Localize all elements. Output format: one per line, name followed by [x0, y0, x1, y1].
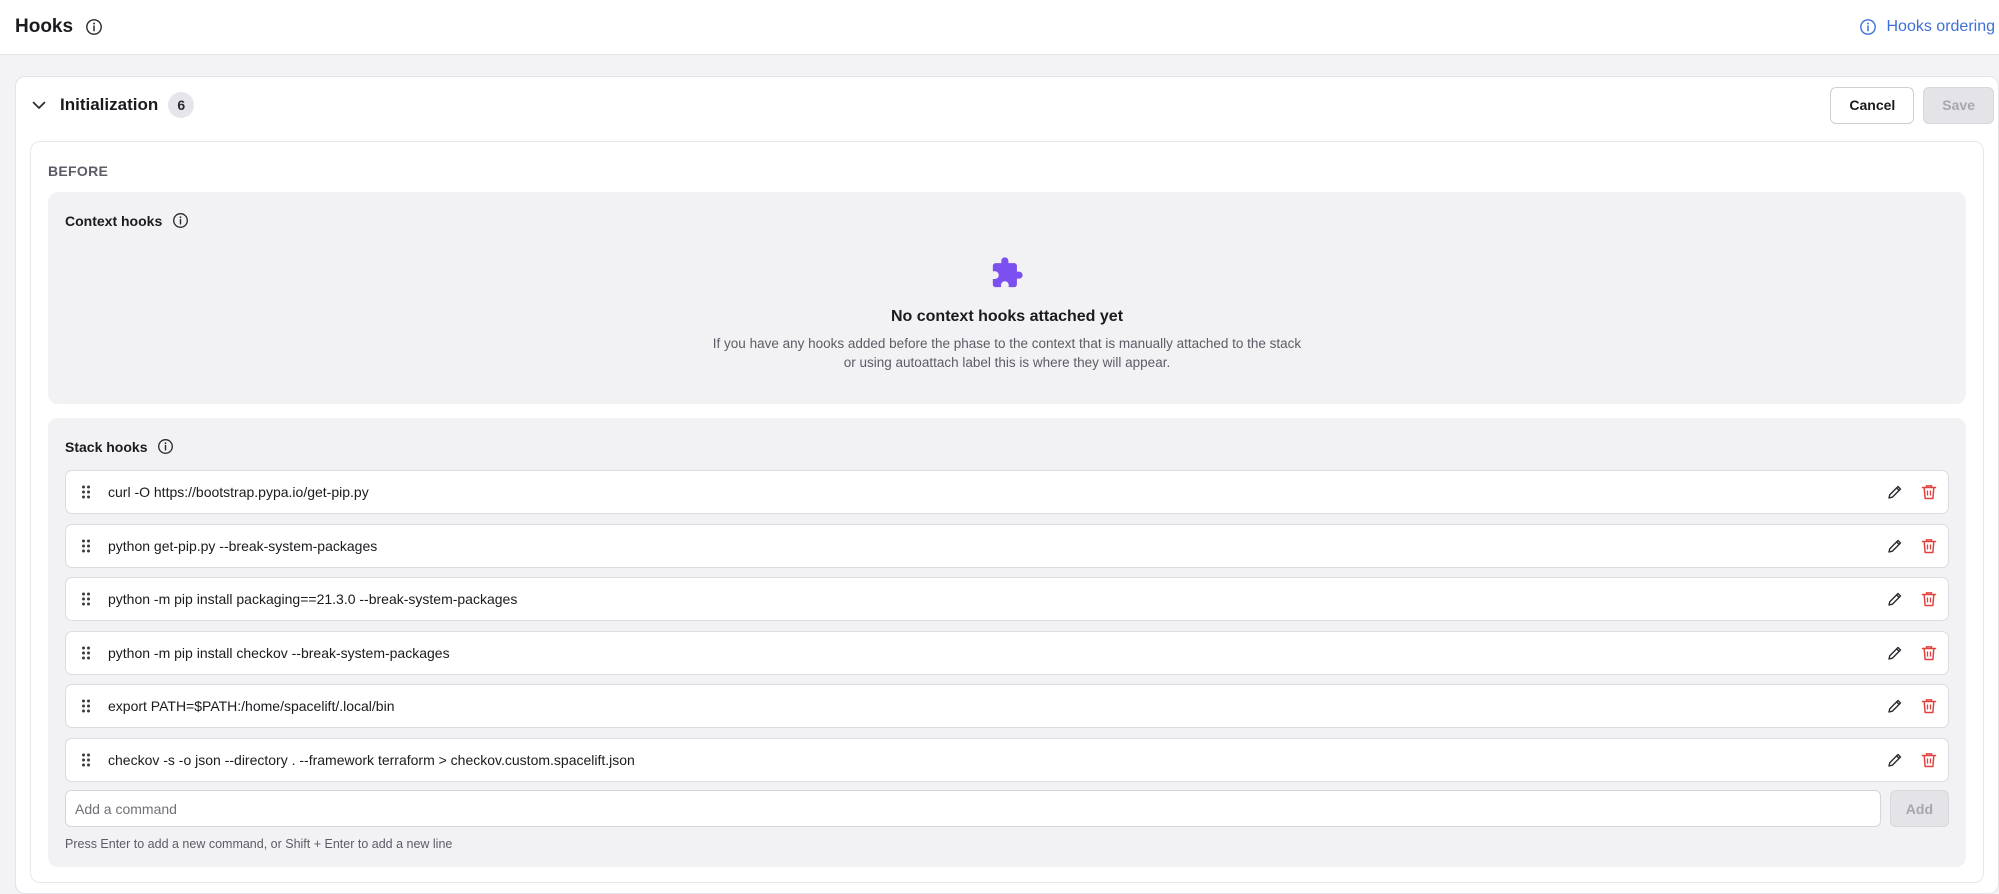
row-actions: [1886, 644, 1938, 662]
stack-hook-command: python -m pip install packaging==21.3.0 …: [108, 591, 518, 607]
phase-title: Initialization: [60, 95, 159, 114]
trash-icon[interactable]: [1920, 590, 1938, 608]
context-hooks-title: Context hooks: [65, 213, 163, 229]
before-section: BEFORE Context hooks No context hooks at…: [30, 141, 1984, 883]
stack-hook-row: python -m pip install packaging==21.3.0 …: [65, 577, 1949, 621]
stack-hook-command: export PATH=$PATH:/home/spacelift/.local…: [108, 698, 395, 714]
drag-handle-icon[interactable]: [80, 484, 92, 500]
stack-hook-row: python -m pip install checkov --break-sy…: [65, 630, 1949, 675]
empty-state-description: If you have any hooks added before the p…: [48, 334, 1966, 372]
pencil-icon[interactable]: [1886, 697, 1904, 715]
empty-state-desc-line: or using autoattach label this is where …: [843, 355, 1171, 370]
add-button[interactable]: Add: [1889, 790, 1949, 827]
page-header: Hooks Hooks ordering: [0, 0, 1999, 55]
stack-hooks-title: Stack hooks: [65, 439, 148, 455]
page-title: Hooks: [15, 16, 74, 37]
empty-state-title: No context hooks attached yet: [890, 308, 1124, 325]
trash-icon[interactable]: [1920, 751, 1938, 769]
trash-icon[interactable]: [1920, 537, 1938, 555]
info-icon[interactable]: [172, 212, 190, 230]
stack-hook-command: curl -O https://bootstrap.pypa.io/get-pi…: [108, 484, 369, 500]
add-command-row: Add: [65, 790, 1949, 827]
save-button[interactable]: Save: [1923, 86, 1994, 124]
drag-handle-icon[interactable]: [80, 538, 92, 554]
row-actions: [1886, 697, 1938, 715]
trash-icon[interactable]: [1920, 697, 1938, 715]
stack-hook-row: python get-pip.py --break-system-package…: [65, 523, 1949, 568]
info-icon: [1859, 18, 1877, 36]
context-hooks-panel: Context hooks No context hooks attached …: [48, 192, 1966, 404]
stack-hook-row: checkov -s -o json --directory . --frame…: [65, 737, 1949, 782]
phase-title-group: Initialization 6: [30, 92, 195, 118]
stack-hook-command: python -m pip install checkov --break-sy…: [108, 644, 450, 661]
info-icon[interactable]: [85, 18, 103, 36]
hook-count-badge: 6: [168, 92, 195, 118]
drag-handle-icon[interactable]: [80, 752, 92, 768]
stack-hook-row: curl -O https://bootstrap.pypa.io/get-pi…: [65, 470, 1949, 514]
cancel-button[interactable]: Cancel: [1830, 86, 1915, 124]
pencil-icon[interactable]: [1886, 537, 1904, 555]
stack-hook-command: python get-pip.py --break-system-package…: [108, 537, 378, 554]
row-actions: [1886, 590, 1938, 608]
context-hooks-header: Context hooks: [65, 212, 190, 230]
pencil-icon[interactable]: [1886, 483, 1904, 501]
context-hooks-empty-state: No context hooks attached yet If you hav…: [48, 256, 1966, 372]
row-actions: [1886, 751, 1938, 769]
stack-hooks-panel: Stack hooks curl -O https://bootstrap.py…: [48, 418, 1966, 867]
row-actions: [1886, 537, 1938, 555]
empty-state-desc-line: If you have any hooks added before the p…: [712, 336, 1302, 351]
row-actions: [1886, 483, 1938, 501]
phase-actions: Cancel Save: [1830, 86, 1994, 124]
stack-hook-row: export PATH=$PATH:/home/spacelift/.local…: [65, 684, 1949, 728]
drag-handle-icon[interactable]: [80, 698, 92, 714]
stack-hook-command: checkov -s -o json --directory . --frame…: [108, 751, 635, 768]
add-command-input[interactable]: [65, 790, 1881, 827]
hooks-ordering-link[interactable]: Hooks ordering: [1859, 18, 1996, 36]
phase-header: Initialization 6 Cancel Save: [16, 77, 1998, 133]
hooks-ordering-label: Hooks ordering: [1886, 18, 1996, 35]
trash-icon[interactable]: [1920, 483, 1938, 501]
pencil-icon[interactable]: [1886, 644, 1904, 662]
chevron-down-icon[interactable]: [30, 96, 48, 114]
pencil-icon[interactable]: [1886, 590, 1904, 608]
initialization-phase-card: Initialization 6 Cancel Save BEFORE Cont…: [15, 76, 1999, 894]
stack-hooks-header: Stack hooks: [65, 438, 175, 456]
drag-handle-icon[interactable]: [80, 645, 92, 661]
pencil-icon[interactable]: [1886, 751, 1904, 769]
stack-hooks-list: curl -O https://bootstrap.pypa.io/get-pi…: [65, 470, 1949, 791]
info-icon[interactable]: [157, 438, 175, 456]
before-label: BEFORE: [48, 163, 109, 179]
trash-icon[interactable]: [1920, 644, 1938, 662]
add-command-help-text: Press Enter to add a new command, or Shi…: [65, 837, 453, 851]
header-title-group: Hooks: [15, 16, 103, 38]
puzzle-icon: [990, 256, 1024, 290]
drag-handle-icon[interactable]: [80, 591, 92, 607]
